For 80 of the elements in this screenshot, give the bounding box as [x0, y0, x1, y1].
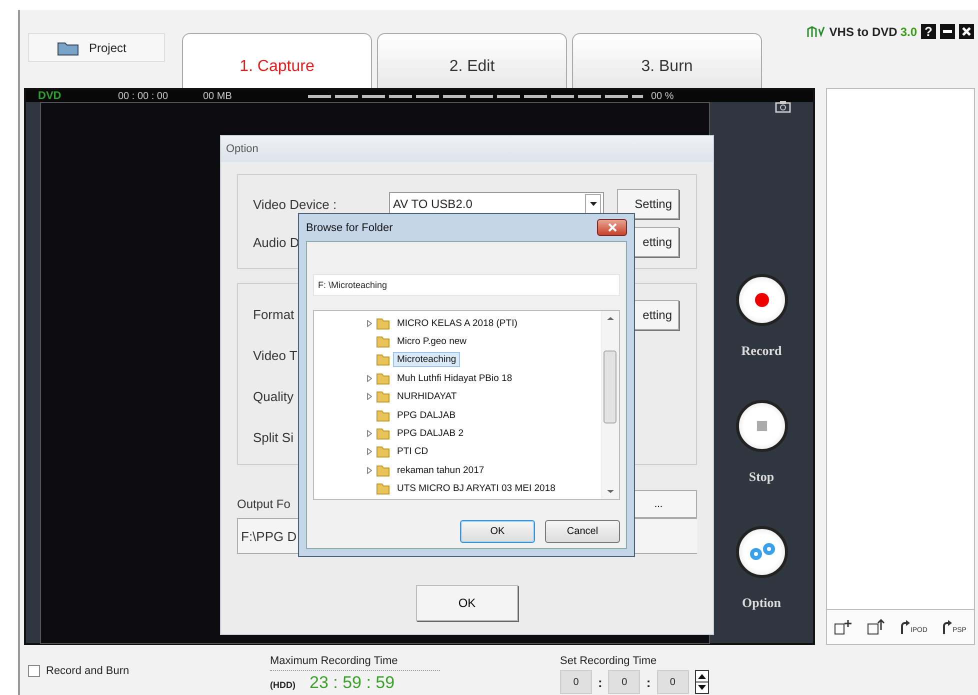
cancel-button[interactable]: Cancel	[545, 520, 620, 543]
folder-icon	[376, 427, 390, 440]
max-time-label: Maximum Recording Time	[270, 655, 440, 671]
ok-button[interactable]: OK	[460, 520, 535, 543]
field-label: Output Fo	[237, 497, 290, 511]
control-label: Record	[741, 343, 782, 359]
folder-item[interactable]: Microteaching	[393, 352, 460, 368]
field-label: Quality	[253, 389, 294, 404]
camera-icon[interactable]	[775, 100, 791, 113]
expand-arrow-icon[interactable]	[366, 393, 372, 400]
dialog-title: Option	[226, 143, 258, 155]
folder-item[interactable]: Muh Luthfi Hidayat PBio 18	[393, 370, 516, 386]
option-button[interactable]	[736, 526, 788, 578]
folder-icon	[376, 372, 390, 385]
folder-path-field[interactable]: F: \Microteaching	[313, 274, 620, 296]
ok-button[interactable]: OK	[416, 585, 518, 621]
time-input[interactable]: 0	[656, 670, 689, 694]
project-button[interactable]: Project	[28, 33, 165, 62]
record-icon	[754, 292, 770, 308]
hdd-label: (HDD)	[270, 680, 296, 690]
field-label: Split Si	[253, 430, 294, 445]
folder-icon	[376, 390, 390, 404]
spinner-icon[interactable]	[694, 670, 709, 694]
control-label: Stop	[748, 469, 774, 485]
folder-item[interactable]: PPG DALJAB 2	[393, 426, 468, 442]
folder-icon	[57, 40, 79, 56]
tab[interactable]: 2. Edit	[377, 33, 567, 88]
disc-type-label: DVD	[38, 90, 62, 102]
folder-item[interactable]: PTI CD	[393, 444, 432, 460]
folder-item[interactable]: UTS MICRO BJ ARYATI 03 MEI 2018	[393, 481, 560, 496]
time-input[interactable]: 0	[608, 670, 640, 694]
folder-item[interactable]: Micro P.geo new	[393, 334, 471, 350]
setting-button[interactable]: Setting	[617, 189, 679, 219]
folder-item[interactable]: rekaman tahun 2017	[393, 462, 488, 478]
time-input[interactable]: 0	[560, 670, 592, 694]
record-button[interactable]	[736, 274, 788, 326]
help-button[interactable]: ?	[921, 24, 936, 39]
folder-icon	[376, 445, 390, 458]
checkbox-label: Record and Burn	[46, 665, 130, 677]
time-separator: :	[598, 674, 602, 690]
expand-arrow-icon[interactable]	[366, 430, 372, 438]
folder-item[interactable]: MICRO KELAS A 2018 (PTI)	[393, 316, 522, 331]
rotate-arrow-icon	[942, 620, 952, 634]
time-separator: :	[646, 674, 651, 690]
field-label: Format	[253, 307, 294, 322]
folder-icon	[376, 353, 390, 366]
stop-button[interactable]	[736, 400, 788, 452]
tab[interactable]: 1. Capture	[182, 33, 372, 88]
field-label: Video Device :	[253, 196, 337, 212]
folder-icon	[376, 482, 390, 496]
record-and-burn-checkbox[interactable]	[28, 665, 40, 677]
tab[interactable]: 3. Burn	[572, 33, 762, 88]
close-icon	[608, 223, 616, 232]
elapsed-time: 00 : 00 : 00	[118, 90, 170, 102]
progress-percent: 00 %	[651, 90, 674, 102]
folder-icon	[376, 408, 390, 422]
export-icon[interactable]	[867, 619, 886, 635]
scrollbar[interactable]	[601, 311, 619, 499]
folder-icon	[376, 335, 390, 348]
dropdown-arrow-icon	[590, 202, 596, 206]
stop-icon	[756, 421, 766, 431]
folder-icon	[376, 316, 390, 330]
expand-arrow-icon[interactable]	[366, 374, 372, 382]
set-time-label: Set Recording Time	[560, 655, 658, 667]
folder-item[interactable]: PPG DALJAB	[393, 408, 460, 423]
logo-icon	[807, 26, 826, 38]
dialog-title: Browse for Folder	[306, 222, 393, 234]
expand-arrow-icon[interactable]	[366, 466, 372, 474]
add-file-icon[interactable]	[834, 619, 852, 635]
folder-item[interactable]: NURHIDAYAT	[393, 389, 461, 404]
folder-icon	[376, 464, 390, 477]
control-label: Option	[742, 595, 781, 611]
size-readout: 00 MB	[203, 90, 233, 102]
rotate-arrow-icon	[900, 620, 910, 634]
expand-arrow-icon[interactable]	[366, 448, 372, 456]
expand-arrow-icon[interactable]	[366, 320, 372, 327]
close-button[interactable]	[597, 219, 627, 236]
max-time-value: 23 : 59 : 59	[310, 673, 395, 693]
app-title: VHS to DVD 3.0	[829, 24, 917, 38]
field-label: Video T	[253, 348, 298, 363]
